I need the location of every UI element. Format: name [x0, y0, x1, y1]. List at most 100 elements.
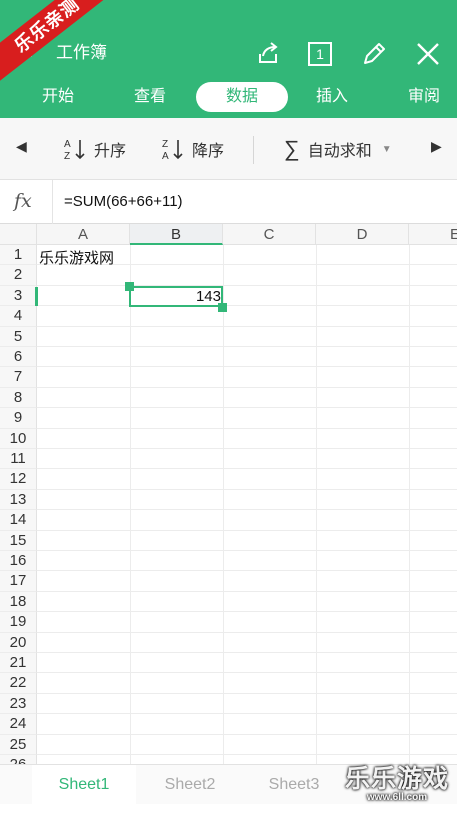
row-header-24[interactable]: 24 — [0, 714, 37, 735]
close-icon[interactable] — [414, 40, 442, 68]
row-header-17[interactable]: 17 — [0, 571, 37, 592]
selected-row-marker — [35, 287, 38, 306]
svg-text:Z: Z — [162, 139, 168, 150]
grid-line — [37, 366, 457, 368]
row-header-18[interactable]: 18 — [0, 591, 37, 613]
grid-line — [37, 284, 457, 286]
grid-line — [37, 488, 457, 490]
tab-start[interactable]: 开始 — [28, 82, 88, 112]
row-header-8[interactable]: 8 — [0, 387, 37, 409]
svg-text:A: A — [64, 139, 71, 150]
edit-icon[interactable] — [360, 40, 388, 68]
column-header-e[interactable]: E — [409, 224, 457, 245]
sort-ascending-label: 升序 — [94, 143, 127, 160]
row-header-19[interactable]: 19 — [0, 612, 37, 633]
grid-line — [37, 346, 457, 347]
data-toolbar: ◀ A Z 升序 Z A 降序 ∑ 自动求和 ▼ ▶ — [0, 118, 457, 180]
row-header-14[interactable]: 14 — [0, 510, 37, 531]
autosum-button[interactable]: ∑ 自动求和 ▼ — [284, 136, 392, 162]
document-title: 工作簿 — [56, 43, 107, 62]
cell-a1[interactable]: 乐乐游戏网 — [39, 247, 114, 268]
row-header-13[interactable]: 13 — [0, 489, 37, 511]
sheet-tab-2[interactable]: Sheet2 — [138, 765, 242, 805]
grid-line — [37, 427, 457, 429]
grid-line — [37, 733, 457, 735]
watermark-text: 乐乐游戏 — [345, 765, 450, 793]
row-header-5[interactable]: 5 — [0, 326, 37, 347]
row-header-26[interactable]: 26 — [0, 755, 37, 764]
sort-descending-label: 降序 — [192, 143, 225, 160]
scroll-right-icon[interactable]: ▶ — [431, 138, 442, 155]
grid-line — [37, 529, 457, 531]
ribbon-tabs: 开始 查看 数据 插入 审阅 — [0, 76, 457, 118]
sheet-tab-3[interactable]: Sheet3 — [242, 765, 346, 805]
toolbar-divider — [253, 136, 254, 164]
row-header-16[interactable]: 16 — [0, 551, 37, 572]
row-header-1[interactable]: 1 — [0, 245, 37, 266]
svg-text:Z: Z — [64, 151, 70, 161]
grid-line — [37, 468, 457, 470]
sort-ascending-button[interactable]: A Z 升序 — [64, 136, 126, 162]
grid-line — [37, 550, 457, 551]
sort-descending-button[interactable]: Z A 降序 — [162, 136, 224, 162]
row-header-9[interactable]: 9 — [0, 408, 37, 429]
grid-line — [37, 713, 457, 715]
svg-text:A: A — [162, 151, 169, 161]
row-header-22[interactable]: 22 — [0, 673, 37, 694]
grid-line — [37, 652, 457, 653]
column-header-d[interactable]: D — [316, 224, 409, 245]
tab-data[interactable]: 数据 — [196, 82, 288, 112]
cell-b3[interactable]: 143 — [129, 286, 223, 307]
grid-line — [37, 386, 457, 388]
grid-line — [130, 245, 131, 764]
formula-bar: fx =SUM(66+66+11) — [0, 180, 457, 224]
sort-ascending-icon: A Z — [64, 139, 85, 161]
column-header-b[interactable]: B — [130, 224, 223, 245]
page-count: 1 — [316, 46, 324, 62]
row-header-7[interactable]: 7 — [0, 367, 37, 388]
grid-line — [37, 692, 457, 694]
grid-line — [37, 754, 457, 755]
select-all-corner[interactable] — [0, 224, 37, 245]
grid-line — [37, 672, 457, 674]
tab-review[interactable]: 审阅 — [394, 82, 454, 112]
share-icon[interactable] — [254, 40, 282, 68]
watermark: 乐乐游戏 www.6ll.com — [345, 765, 449, 804]
row-header-2[interactable]: 2 — [0, 265, 37, 286]
grid-line — [37, 570, 457, 572]
row-header-12[interactable]: 12 — [0, 469, 37, 490]
grid-line — [223, 245, 224, 764]
row-header-3[interactable]: 3 — [0, 285, 37, 307]
selection-handle-top-left[interactable] — [125, 282, 134, 291]
row-header-10[interactable]: 10 — [0, 428, 37, 449]
column-header-c[interactable]: C — [223, 224, 316, 245]
grid-line — [37, 448, 457, 449]
fx-icon: fx — [14, 190, 32, 212]
grid-line — [37, 407, 457, 409]
tab-view[interactable]: 查看 — [120, 82, 180, 112]
tab-insert[interactable]: 插入 — [302, 82, 362, 112]
row-header-20[interactable]: 20 — [0, 632, 37, 653]
row-header-15[interactable]: 15 — [0, 530, 37, 551]
row-header-23[interactable]: 23 — [0, 693, 37, 715]
row-header-4[interactable]: 4 — [0, 306, 37, 327]
row-header-11[interactable]: 11 — [0, 449, 37, 470]
grid-line — [37, 509, 457, 511]
chevron-down-icon: ▼ — [381, 143, 392, 155]
grid-line — [37, 631, 457, 633]
sheet-tab-1[interactable]: Sheet1 — [32, 765, 136, 805]
page-count-icon[interactable]: 1 — [308, 42, 332, 66]
selection-handle-bottom-right[interactable] — [218, 303, 227, 312]
column-header-a[interactable]: A — [37, 224, 130, 245]
spreadsheet-grid[interactable]: 2625242322212019181716151413121110987654… — [0, 224, 457, 764]
sigma-icon: ∑ — [284, 136, 300, 161]
watermark-url: www.6ll.com — [366, 792, 428, 803]
row-header-6[interactable]: 6 — [0, 347, 37, 368]
row-header-21[interactable]: 21 — [0, 653, 37, 674]
formula-input[interactable]: =SUM(66+66+11) — [64, 193, 183, 210]
row-header-25[interactable]: 25 — [0, 734, 37, 755]
grid-line — [37, 305, 457, 307]
sort-descending-icon: Z A — [162, 139, 183, 161]
autosum-label: 自动求和 — [307, 143, 372, 160]
scroll-left-icon[interactable]: ◀ — [16, 138, 27, 155]
